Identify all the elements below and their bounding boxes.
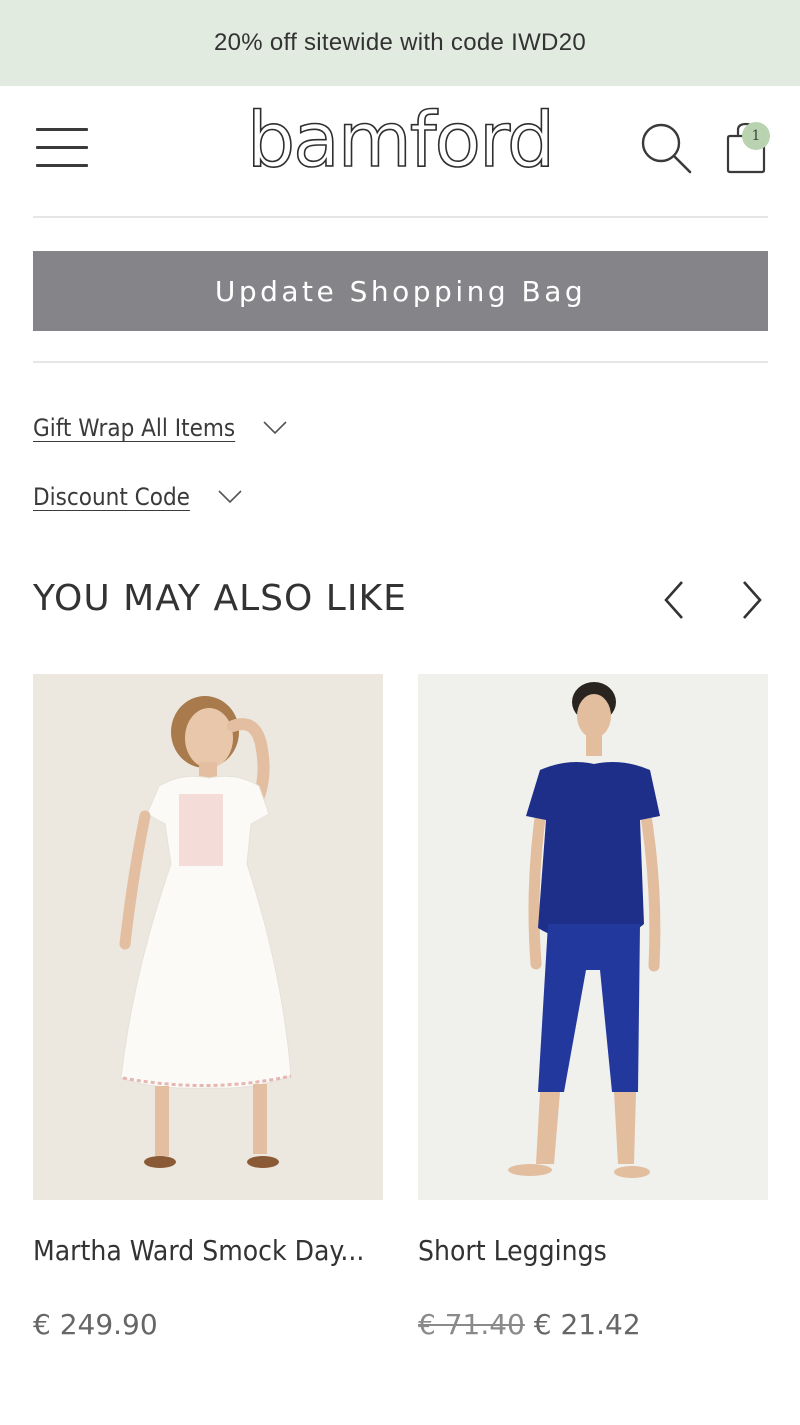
product-name[interactable]: Martha Ward Smock Day... — [33, 1234, 393, 1267]
promo-text: 20% off sitewide with code IWD20 — [213, 29, 586, 56]
gift-wrap-label: Gift Wrap All Items — [33, 414, 236, 442]
chevron-down-icon — [218, 490, 242, 504]
product-photo-dress — [33, 674, 383, 1200]
bag-count-badge: 1 — [742, 122, 770, 150]
update-shopping-bag-button[interactable]: Update Shopping Bag — [33, 251, 768, 331]
site-header: bamford 1 — [0, 86, 800, 216]
product-image[interactable] — [418, 674, 768, 1200]
search-icon[interactable] — [640, 122, 692, 174]
product-card[interactable]: Short Leggings € 71.40 € 21.42 — [418, 674, 768, 1341]
chevron-down-icon — [263, 421, 287, 435]
header-divider — [33, 216, 768, 218]
svg-text:bamford: bamford — [250, 104, 550, 184]
product-image[interactable] — [33, 674, 383, 1200]
chevron-right-icon[interactable] — [734, 580, 770, 620]
section-title: YOU MAY ALSO LIKE — [33, 578, 407, 619]
gift-wrap-toggle[interactable]: Gift Wrap All Items — [33, 414, 287, 442]
chevron-left-icon[interactable] — [656, 580, 692, 620]
promo-banner: 20% off sitewide with code IWD20 — [0, 0, 800, 86]
product-card[interactable]: Martha Ward Smock Day... € 249.90 — [33, 674, 383, 1341]
brand-logo-wordmark: bamford — [250, 104, 550, 184]
product-price: € 71.40 € 21.42 — [418, 1308, 641, 1341]
discount-code-label: Discount Code — [33, 483, 190, 511]
product-name[interactable]: Short Leggings — [418, 1234, 778, 1267]
discount-code-toggle[interactable]: Discount Code — [33, 483, 242, 511]
product-price: € 249.90 — [33, 1308, 158, 1341]
product-photo-leggings — [418, 674, 768, 1200]
sale-price: € 21.42 — [533, 1308, 641, 1341]
original-price: € 71.40 — [418, 1308, 525, 1341]
section-divider — [33, 361, 768, 363]
